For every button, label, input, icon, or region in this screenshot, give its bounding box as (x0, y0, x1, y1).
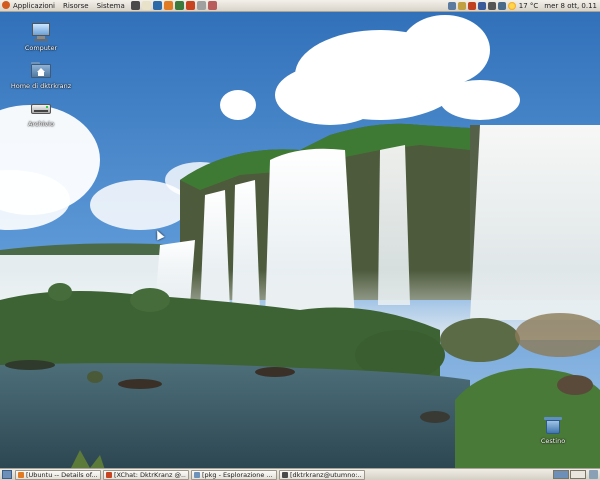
user-icon[interactable] (207, 1, 217, 10)
folder-icon (194, 471, 200, 478)
network-icon[interactable] (447, 1, 456, 10)
trash-icon (542, 415, 564, 435)
chat-icon[interactable] (174, 1, 184, 10)
volume-icon[interactable] (487, 1, 496, 10)
mail-icon[interactable] (457, 1, 466, 10)
desktop-icon-archivio[interactable]: Archivio (13, 98, 69, 128)
top-panel: Applicazioni Risorse Sistema 17 °C mer 8… (0, 0, 600, 12)
notification-area: 17 °C mer 8 ott, 0.11 (447, 0, 600, 12)
taskbar-button-label: [pkg - Esplorazione ... (202, 470, 273, 479)
terminal-icon[interactable] (130, 1, 140, 10)
clock[interactable]: mer 8 ott, 0.11 (544, 0, 597, 12)
xchat-icon[interactable] (185, 1, 195, 10)
main-menu: Applicazioni Risorse Sistema (0, 0, 129, 12)
workspace-switcher (553, 470, 600, 479)
weather-temperature[interactable]: 17 °C (519, 0, 539, 12)
workspace-1[interactable] (553, 470, 569, 479)
taskbar-button-label: [dktrkranz@utumno:... (290, 470, 362, 479)
taskbar-button[interactable]: [XChat: DktrKranz @... (103, 469, 189, 480)
desktop-icon-label: Computer (24, 44, 58, 52)
desktop-icon-label: Cestino (540, 437, 566, 445)
home-folder-icon (30, 60, 52, 80)
menu-applicazioni[interactable]: Applicazioni (0, 0, 59, 12)
browser-icon[interactable] (152, 1, 162, 10)
show-desktop-icon[interactable] (2, 470, 12, 479)
gnome-foot-icon[interactable] (196, 1, 206, 10)
menu-sistema[interactable]: Sistema (93, 0, 129, 12)
update-icon[interactable] (467, 1, 476, 10)
trash-applet-icon[interactable] (589, 470, 598, 479)
taskbar-button[interactable]: [Ubuntu -- Details of... (15, 469, 101, 480)
desktop-icon-label: Archivio (27, 120, 55, 128)
desktop-icon-label: Home di dktrkranz (10, 82, 72, 90)
taskbar-button[interactable]: [pkg - Esplorazione ... (191, 469, 277, 480)
firefox-icon[interactable] (163, 1, 173, 10)
taskbar-button-label: [Ubuntu -- Details of... (26, 470, 98, 479)
bottom-panel: [Ubuntu -- Details of... [XChat: DktrKra… (0, 468, 600, 480)
taskbar-button-label: [XChat: DktrKranz @... (114, 470, 186, 479)
desktop-wallpaper (0, 0, 600, 480)
computer-icon (30, 22, 52, 42)
display-icon[interactable] (497, 1, 506, 10)
weather-icon[interactable] (507, 1, 516, 10)
workspace-2[interactable] (570, 470, 586, 479)
terminal-icon (282, 471, 288, 478)
launcher-bar (130, 1, 219, 10)
desktop-icon-computer[interactable]: Computer (13, 22, 69, 52)
firefox-icon (18, 471, 24, 478)
desktop-icon-cestino[interactable]: Cestino (525, 415, 581, 445)
text-editor-icon[interactable] (141, 1, 151, 10)
taskbar-button[interactable]: [dktrkranz@utumno:... (279, 469, 365, 480)
bluetooth-icon[interactable] (477, 1, 486, 10)
desktop-icon-home[interactable]: Home di dktrkranz (10, 60, 72, 90)
drive-icon (30, 98, 52, 118)
xchat-icon (106, 471, 112, 478)
menu-risorse[interactable]: Risorse (59, 0, 93, 12)
